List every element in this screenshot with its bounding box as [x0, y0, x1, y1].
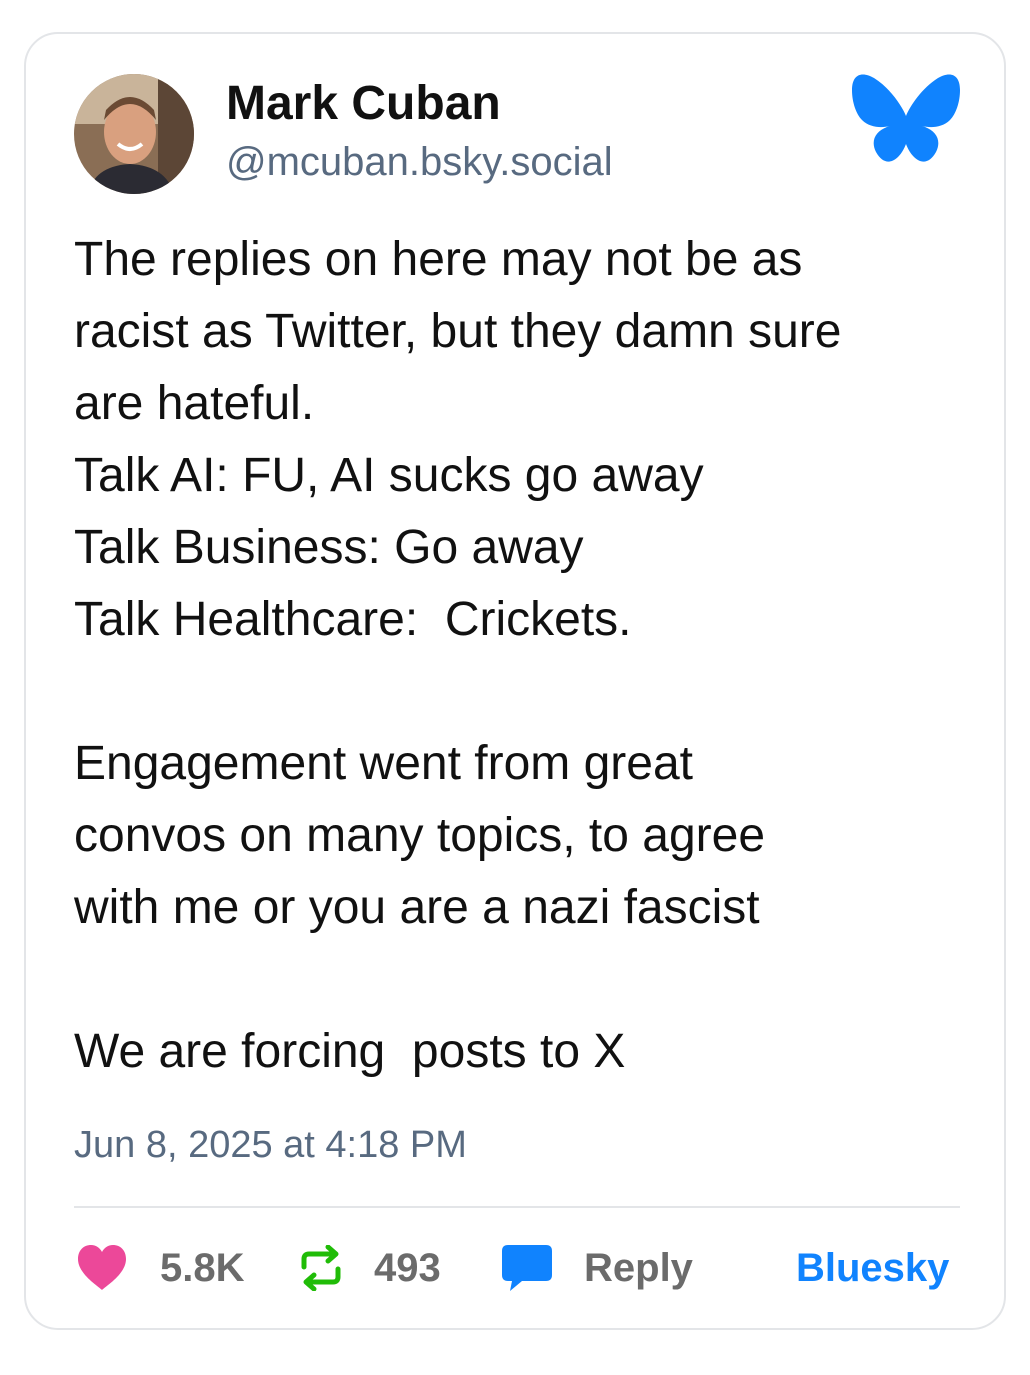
heart-icon [78, 1245, 126, 1290]
like-count: 5.8K [160, 1245, 245, 1290]
reply-bubble-icon [502, 1245, 552, 1291]
bluesky-link[interactable]: Bluesky [796, 1246, 949, 1291]
butterfly-icon[interactable] [850, 72, 962, 168]
repost-button[interactable]: 493 [298, 1240, 441, 1296]
reply-label: Reply [584, 1245, 693, 1290]
post-card[interactable]: Mark Cuban @mcuban.bsky.social The repli… [24, 32, 1006, 1330]
post-timestamp[interactable]: Jun 8, 2025 at 4:18 PM [74, 1124, 467, 1167]
repost-icon [301, 1245, 341, 1291]
author-name[interactable]: Mark Cuban [226, 76, 501, 131]
repost-count: 493 [374, 1245, 441, 1290]
divider [74, 1206, 960, 1208]
reply-button[interactable]: Reply [500, 1240, 693, 1296]
post-text: The replies on here may not be as racist… [74, 233, 842, 1078]
avatar-photo [74, 74, 194, 194]
author-handle[interactable]: @mcuban.bsky.social [226, 140, 613, 185]
like-button[interactable]: 5.8K [76, 1240, 245, 1296]
avatar[interactable] [74, 74, 194, 194]
